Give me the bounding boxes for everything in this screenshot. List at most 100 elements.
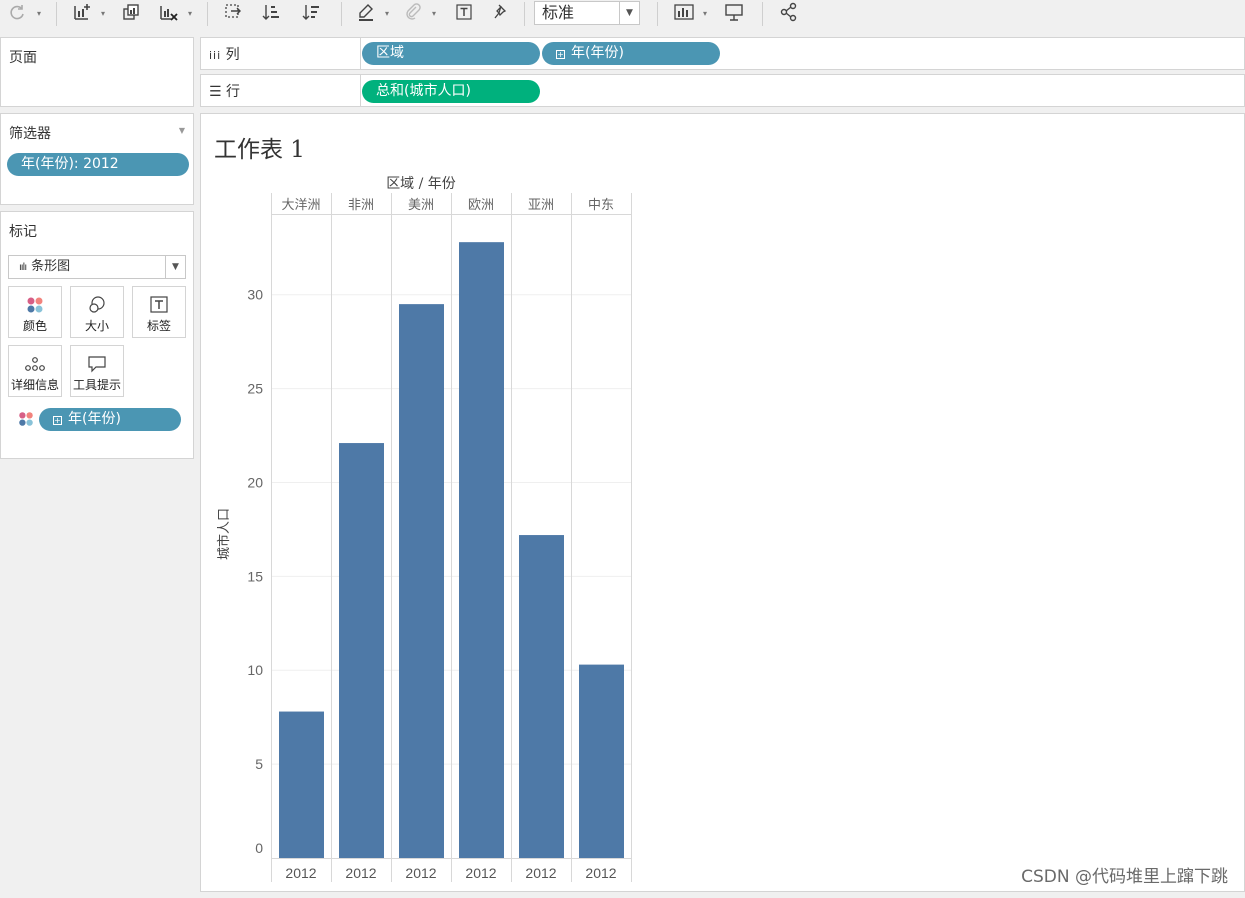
region-header-label: 美洲 <box>408 198 434 213</box>
show-me-icon[interactable] <box>672 0 696 24</box>
color-card[interactable]: 颜色 <box>8 286 62 338</box>
filters-panel[interactable]: 筛选器 ▼ 年(年份): 2012 <box>0 113 194 205</box>
region-pill[interactable]: 区域 <box>362 42 540 65</box>
y-tick-label: 25 <box>247 381 263 397</box>
region-header-label: 欧洲 <box>468 198 494 213</box>
bar-chart: 区域 / 年份大洋洲 2012 非洲 2012 美洲 2012 欧洲 2012 亚洲 2012 中东… <box>216 176 632 882</box>
expand-plus-icon[interactable]: + <box>53 416 62 425</box>
chevron-down-icon[interactable]: ▾ <box>37 9 41 18</box>
y-tick-label: 0 <box>255 840 263 856</box>
y-tick-label: 15 <box>247 568 263 584</box>
sort-descending-icon[interactable] <box>300 0 322 24</box>
year-color-pill-label: 年(年份) <box>68 411 121 427</box>
paperclip-icon[interactable] <box>402 0 424 24</box>
y-tick-label: 5 <box>255 756 263 772</box>
watermark: CSDN @代码堆里上蹿下跳 <box>1021 867 1228 887</box>
region-header-label: 非洲 <box>348 198 374 213</box>
year-axis-label: 2012 <box>585 865 616 881</box>
tooltip-card[interactable]: 工具提示 <box>70 345 124 397</box>
chevron-down-icon: ▼ <box>619 2 639 24</box>
mark-type-dropdown[interactable]: ıılı 条形图 ▼ <box>8 255 186 279</box>
year-axis-label: 2012 <box>285 865 316 881</box>
year-filter-pill-label: 年(年份): 2012 <box>21 156 119 172</box>
chevron-down-icon[interactable]: ▾ <box>188 9 192 18</box>
text-label-icon[interactable] <box>453 0 475 24</box>
rows-shelf[interactable]: ☰ 行 总和(城市人口) <box>200 74 1245 107</box>
color-icon <box>9 295 61 315</box>
refresh-icon[interactable] <box>6 0 28 24</box>
detail-card-label: 详细信息 <box>10 378 59 392</box>
year-pill[interactable]: + 年(年份) <box>542 42 720 65</box>
bar <box>279 711 324 858</box>
toolbar-divider <box>341 2 342 26</box>
rows-icon: ☰ <box>209 84 222 100</box>
toolbar-divider <box>56 2 57 26</box>
worksheet-canvas: 工作表 1 区域 / 年份 大洋洲 2012 非洲 2012 美洲 2012 欧洲 2012 亚洲… <box>200 113 1245 892</box>
chevron-down-icon[interactable]: ▾ <box>432 9 436 18</box>
columns-shelf[interactable]: iii 列 区域 + 年(年份) <box>200 37 1245 70</box>
color-icon <box>17 410 35 432</box>
region-header-label: 亚洲 <box>528 198 554 213</box>
label-card-label: 标签 <box>146 319 171 333</box>
toolbar-divider <box>657 2 658 26</box>
swap-icon[interactable] <box>222 0 244 24</box>
columns-icon: iii <box>209 49 222 62</box>
presentation-icon[interactable] <box>722 0 746 24</box>
mark-type-value: 条形图 <box>31 259 71 274</box>
clear-sheet-icon[interactable] <box>156 0 180 24</box>
year-axis-label: 2012 <box>525 865 556 881</box>
marks-panel-title: 标记 <box>9 224 37 240</box>
year-pill-label: 年(年份) <box>571 45 624 61</box>
y-tick-label: 20 <box>247 474 263 490</box>
region-header-label: 大洋洲 <box>281 198 320 213</box>
toolbar: ▾ ▾ ▾ ▾ ▾ 标准 ▼ ▾ <box>0 0 1245 28</box>
fit-dropdown[interactable]: 标准 ▼ <box>534 1 640 25</box>
detail-card[interactable]: 详细信息 <box>8 345 62 397</box>
toolbar-divider <box>207 2 208 26</box>
detail-icon <box>9 354 61 374</box>
pin-icon[interactable] <box>490 0 512 24</box>
sum-city-population-pill[interactable]: 总和(城市人口) <box>362 80 540 103</box>
rows-shelf-label-text: 行 <box>226 84 241 100</box>
bar <box>579 664 624 858</box>
sort-ascending-icon[interactable] <box>260 0 282 24</box>
sum-city-population-pill-label: 总和(城市人口) <box>376 83 471 99</box>
duplicate-sheet-icon[interactable] <box>120 0 142 24</box>
pages-panel[interactable]: 页面 <box>0 37 194 107</box>
columns-shelf-label-text: 列 <box>225 47 240 63</box>
y-tick-label: 30 <box>247 287 263 303</box>
bar <box>399 304 444 858</box>
fit-dropdown-value: 标准 <box>542 3 575 22</box>
toolbar-divider <box>762 2 763 26</box>
rows-shelf-label: ☰ 行 <box>209 81 240 101</box>
chevron-down-icon[interactable]: ▾ <box>101 9 105 18</box>
bar-chart-icon: ıılı <box>19 262 27 273</box>
color-card-label: 颜色 <box>22 319 47 333</box>
y-tick-label: 10 <box>247 662 263 678</box>
y-axis-title: 城市人口 <box>216 508 232 560</box>
share-icon[interactable] <box>778 0 800 24</box>
new-worksheet-icon[interactable] <box>70 0 94 24</box>
bar <box>519 535 564 858</box>
label-icon <box>133 295 185 315</box>
year-axis-label: 2012 <box>345 865 376 881</box>
region-pill-label: 区域 <box>376 45 404 61</box>
chevron-down-icon: ▼ <box>165 256 185 278</box>
column-header-title: 区域 / 年份 <box>386 176 456 192</box>
shelf-divider <box>360 75 361 106</box>
chevron-down-icon[interactable]: ▼ <box>179 126 185 135</box>
size-icon <box>71 295 123 315</box>
chevron-down-icon[interactable]: ▾ <box>385 9 389 18</box>
chevron-down-icon[interactable]: ▾ <box>703 9 707 18</box>
toolbar-divider <box>524 2 525 26</box>
columns-shelf-label: iii 列 <box>209 44 240 64</box>
highlight-icon[interactable] <box>355 0 377 24</box>
size-card[interactable]: 大小 <box>70 286 124 338</box>
tooltip-card-label: 工具提示 <box>72 378 121 392</box>
year-filter-pill[interactable]: 年(年份): 2012 <box>7 153 189 176</box>
expand-plus-icon[interactable]: + <box>556 50 565 59</box>
year-axis-label: 2012 <box>465 865 496 881</box>
year-color-pill[interactable]: + 年(年份) <box>39 408 181 431</box>
filters-panel-title: 筛选器 <box>9 126 51 142</box>
label-card[interactable]: 标签 <box>132 286 186 338</box>
